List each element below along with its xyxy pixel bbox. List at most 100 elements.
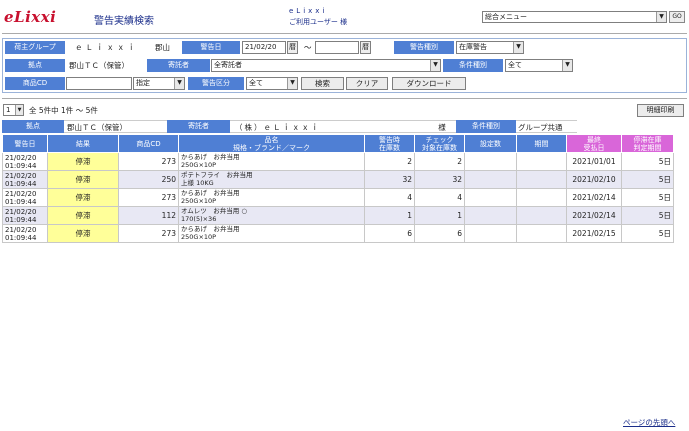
- cond-type-select[interactable]: 全て ▼: [505, 59, 573, 72]
- item-cd-input[interactable]: [66, 77, 132, 90]
- cell-result: 停滞: [47, 224, 119, 243]
- date-range-separator: ～: [304, 43, 312, 52]
- cell-stock: 2: [364, 152, 415, 171]
- chevron-down-icon: ▼: [15, 105, 23, 115]
- col-header-stock-line2: 在庫数: [379, 143, 400, 152]
- warn-class-select[interactable]: 全て ▼: [246, 77, 298, 90]
- cell-name-spec: 250G×10P: [181, 160, 217, 169]
- summary-base-label: 拠点: [2, 120, 64, 133]
- col-header-date: 警告日: [2, 134, 48, 153]
- cell-check: 6: [414, 224, 465, 243]
- cell-last-date: 2021/02/14: [566, 188, 622, 207]
- download-button[interactable]: ダウンロード: [392, 77, 466, 90]
- base-value: 郡山ＴＣ（保管）: [69, 61, 129, 70]
- col-header-last-line2: 受払日: [583, 143, 605, 152]
- cell-name-spec: 250G×10P: [181, 196, 217, 205]
- cell-stock: 1: [364, 206, 415, 225]
- col-header-stock-line1: 警告時: [379, 135, 400, 144]
- main-menu-select[interactable]: 総合メニュー ▼: [482, 11, 667, 23]
- col-header-stag-line2: 判定期間: [633, 143, 662, 152]
- warn-class-value: 全て: [249, 79, 263, 87]
- back-to-top-link[interactable]: ページの先頭へ: [623, 417, 675, 428]
- chevron-down-icon: ▼: [513, 42, 523, 53]
- calendar-from-button[interactable]: 暦: [287, 41, 298, 54]
- cell-date-day: 21/02/20: [5, 189, 37, 198]
- page-info: 全 5件中 1件 ～ 5件: [29, 106, 98, 115]
- cell-stagnant: 5日: [621, 224, 674, 243]
- table-row: 21/02/20 01:09:44 停滞 273 からあげ お弁当用 250G×10…: [2, 152, 674, 171]
- cell-item-cd: 273: [118, 224, 179, 243]
- cell-date-time: 01:09:44: [5, 197, 37, 206]
- cell-period: [516, 152, 567, 171]
- base-label: 拠点: [5, 59, 65, 72]
- owner-group-label: 荷主グループ: [5, 41, 65, 54]
- cell-check: 1: [414, 206, 465, 225]
- cell-period: [516, 224, 567, 243]
- cell-date: 21/02/20 01:09:44: [2, 170, 48, 189]
- search-row-3: 商品CD 指定 ▼ 警告区分 全て ▼ 検索 クリア ダウンロード: [3, 75, 686, 92]
- warn-type-select[interactable]: 在庫警告 ▼: [456, 41, 524, 54]
- elixxi-logo[interactable]: eLixxi: [4, 8, 56, 26]
- cell-date-time: 01:09:44: [5, 215, 37, 224]
- consignor-value: 全寄託者: [214, 61, 242, 69]
- header-divider: [2, 33, 687, 34]
- summary-base-value: 郡山ＴＣ（保管）: [64, 120, 167, 133]
- cell-name: オムレツ お弁当用 ○ 170(5)×36: [178, 206, 365, 225]
- cell-setting: [464, 188, 517, 207]
- user-name: eLixxi: [289, 7, 328, 15]
- warn-class-label: 警告区分: [188, 77, 244, 90]
- item-cd-label: 商品CD: [5, 77, 65, 90]
- cell-item-cd: 273: [118, 188, 179, 207]
- col-header-last-date: 最終 受払日: [566, 134, 622, 153]
- consignor-select[interactable]: 全寄託者 ▼: [211, 59, 441, 72]
- cell-period: [516, 170, 567, 189]
- chevron-down-icon: ▼: [287, 78, 297, 89]
- match-mode-select[interactable]: 指定 ▼: [133, 77, 185, 90]
- cell-last-date: 2021/02/15: [566, 224, 622, 243]
- summary-consignor-label: 寄託者: [167, 120, 230, 133]
- cell-date: 21/02/20 01:09:44: [2, 224, 48, 243]
- page-select[interactable]: 1 ▼: [3, 104, 24, 116]
- cell-setting: [464, 170, 517, 189]
- chevron-down-icon: ▼: [174, 78, 184, 89]
- cell-date-day: 21/02/20: [5, 153, 37, 162]
- warn-date-label: 警告日: [182, 41, 240, 54]
- chevron-down-icon: ▼: [430, 60, 440, 71]
- clear-button[interactable]: クリア: [346, 77, 388, 90]
- cell-stagnant: 5日: [621, 206, 674, 225]
- cell-date: 21/02/20 01:09:44: [2, 152, 48, 171]
- warn-date-from-input[interactable]: 21/02/20: [242, 41, 286, 54]
- cell-item-cd: 112: [118, 206, 179, 225]
- cell-check: 4: [414, 188, 465, 207]
- cond-type-value: 全て: [508, 61, 522, 69]
- search-row-1: 荷主グループ ｅＬｉｘｘｉ 郡山 警告日 21/02/20 暦 ～ 暦 警告種別…: [3, 39, 686, 56]
- main-menu-value: 総合メニュー: [485, 13, 527, 21]
- user-info: eLixxi ご利用ユーザー 様: [289, 6, 347, 28]
- cond-type-label: 条件種別: [443, 59, 503, 72]
- cell-date-day: 21/02/20: [5, 207, 37, 216]
- search-button[interactable]: 検索: [301, 77, 344, 90]
- chevron-down-icon: ▼: [562, 60, 572, 71]
- go-button[interactable]: GO: [669, 11, 685, 23]
- col-header-name-line1: 品名: [264, 135, 279, 144]
- cell-date-time: 01:09:44: [5, 161, 37, 170]
- col-header-setting: 設定数: [464, 134, 517, 153]
- col-header-stagnant: 停滞在庫 判定期間: [621, 134, 674, 153]
- cell-item-cd: 273: [118, 152, 179, 171]
- warn-type-value: 在庫警告: [459, 43, 487, 51]
- cell-stock: 6: [364, 224, 415, 243]
- cell-last-date: 2021/01/01: [566, 152, 622, 171]
- col-header-result: 結果: [47, 134, 119, 153]
- warn-date-to-input[interactable]: [315, 41, 359, 54]
- cell-name-spec: 上様 10KG: [181, 178, 214, 187]
- col-header-item-cd: 商品CD: [118, 134, 179, 153]
- table-row: 21/02/20 01:09:44 停滞 273 からあげ お弁当用 250G×10…: [2, 188, 674, 207]
- cell-name: からあげ お弁当用 250G×10P: [178, 188, 365, 207]
- col-header-name: 品名 規格・ブランド／マーク: [178, 134, 365, 153]
- warn-type-label: 警告種別: [394, 41, 454, 54]
- cell-name: からあげ お弁当用 250G×10P: [178, 224, 365, 243]
- calendar-to-button[interactable]: 暦: [360, 41, 371, 54]
- print-detail-button[interactable]: 明細印刷: [637, 104, 684, 117]
- cell-stock: 4: [364, 188, 415, 207]
- col-header-check-line1: チェック: [425, 135, 454, 144]
